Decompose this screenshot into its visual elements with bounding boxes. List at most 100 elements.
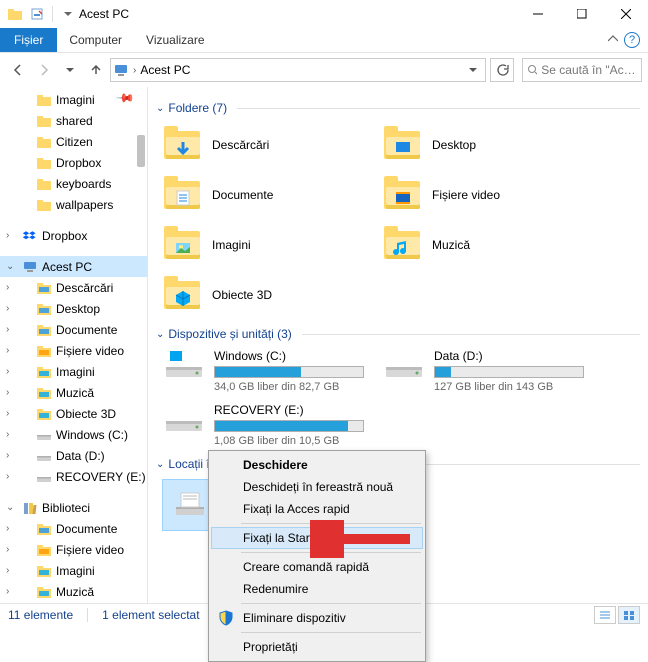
ribbon-expand-icon[interactable] [608, 33, 618, 47]
folder-icon [382, 227, 422, 263]
folder-label: Desktop [432, 138, 476, 152]
sidebar-item[interactable]: ⌄Biblioteci [0, 497, 147, 518]
drive-capacity-bar [434, 366, 584, 378]
chevron-icon: › [6, 303, 9, 314]
search-box[interactable]: Se caută în "Acest ... [522, 58, 642, 82]
folder-app-icon [6, 5, 24, 23]
folder-icon [36, 176, 52, 192]
sidebar-item[interactable]: ›Fișiere video [0, 340, 147, 361]
sidebar-item[interactable]: ›Imagini [0, 560, 147, 581]
tab-view[interactable]: Vizualizare [134, 28, 216, 52]
drv-icon [36, 427, 52, 443]
drive-name: Data (D:) [434, 349, 600, 363]
drive-icon [164, 349, 204, 381]
minimize-button[interactable] [516, 0, 560, 28]
folder-label: Imagini [212, 238, 251, 252]
help-icon[interactable]: ? [624, 32, 640, 48]
sidebar-item-label: Dropbox [42, 229, 87, 243]
close-button[interactable] [604, 0, 648, 28]
chevron-right-icon[interactable]: › [133, 65, 136, 76]
folder-item[interactable]: Fișiere video [382, 171, 602, 219]
sidebar-item[interactable]: ›Fișiere video [0, 539, 147, 560]
nav-back-button[interactable] [6, 58, 30, 82]
sidebar-item[interactable]: ›Dropbox [0, 225, 147, 246]
sidebar-item-label: Obiecte 3D [56, 407, 116, 421]
sidebar-item-label: Imagini [56, 365, 95, 379]
qat-dropdown-icon[interactable] [59, 5, 77, 23]
section-folders-label: Foldere (7) [168, 101, 227, 115]
context-menu-item[interactable]: Deschideți în fereastră nouă [211, 476, 423, 498]
sidebar-item[interactable]: ›Documente [0, 319, 147, 340]
nav-recent-dropdown[interactable] [58, 58, 82, 82]
folder-icon [36, 155, 52, 171]
sidebar-item-label: Muzică [56, 585, 94, 599]
shield-icon [217, 609, 235, 627]
address-bar[interactable]: › Acest PC [110, 58, 486, 82]
dropbox-icon [22, 228, 38, 244]
folder-icon [162, 127, 202, 163]
img-icon [36, 364, 52, 380]
sidebar-item[interactable]: ›Muzică [0, 581, 147, 602]
folder-item[interactable]: Obiecte 3D [162, 271, 382, 319]
pc-icon [113, 62, 129, 78]
annotation-arrow [310, 520, 420, 558]
sidebar-item[interactable]: ›Muzică [0, 382, 147, 403]
sidebar-item[interactable]: ›Descărcări [0, 277, 147, 298]
drv-icon [36, 469, 52, 485]
context-menu-label: Eliminare dispozitiv [243, 611, 346, 625]
folder-icon [382, 177, 422, 213]
tab-computer[interactable]: Computer [57, 28, 134, 52]
view-large-icons-button[interactable] [618, 606, 640, 624]
context-menu-item[interactable]: Fixați la Acces rapid [211, 498, 423, 520]
sidebar-item[interactable]: ⌄Acest PC [0, 256, 147, 277]
tab-file[interactable]: Fișier [0, 28, 57, 52]
sidebar-item-label: wallpapers [56, 198, 113, 212]
sidebar-item[interactable]: ›Obiecte 3D [0, 403, 147, 424]
nav-up-button[interactable] [84, 58, 108, 82]
sidebar-item-label: keyboards [56, 177, 111, 191]
drive-item[interactable]: Data (D:)127 GB liber din 143 GB [382, 347, 602, 395]
folder-icon [162, 227, 202, 263]
drive-item[interactable]: RECOVERY (E:)1,08 GB liber din 10,5 GB [162, 401, 382, 449]
section-folders[interactable]: ⌄ Foldere (7) [156, 97, 640, 119]
folder-item[interactable]: Imagini [162, 221, 382, 269]
folder-item[interactable]: Descărcări [162, 121, 382, 169]
drive-item[interactable]: Windows (C:)34,0 GB liber din 82,7 GB [162, 347, 382, 395]
sidebar-item[interactable]: ›Imagini [0, 361, 147, 382]
nav-forward-button[interactable] [32, 58, 56, 82]
context-menu-item[interactable]: Proprietăți [211, 636, 423, 658]
context-menu-item[interactable]: Deschidere [211, 454, 423, 476]
refresh-button[interactable] [490, 58, 514, 82]
drive-icon [164, 403, 204, 435]
context-menu-item[interactable]: Creare comandă rapidă [211, 556, 423, 578]
context-menu-item[interactable]: Redenumire [211, 578, 423, 600]
scrollbar-thumb[interactable] [137, 135, 145, 167]
folder-item[interactable]: Muzică [382, 221, 602, 269]
network-drive-icon [172, 489, 208, 521]
chevron-icon: › [6, 523, 9, 534]
sidebar-item[interactable]: shared [0, 110, 147, 131]
address-dropdown-icon[interactable] [463, 59, 483, 81]
qat-properties-icon[interactable] [28, 5, 46, 23]
context-menu-label: Fixați la Acces rapid [243, 502, 350, 516]
sidebar-item-label: Fișiere video [56, 344, 124, 358]
sidebar-item[interactable]: wallpapers [0, 194, 147, 215]
context-menu-label: Deschidere [243, 458, 308, 472]
sidebar-item[interactable]: ›Desktop [0, 298, 147, 319]
sidebar-item[interactable]: ›Windows (C:) [0, 424, 147, 445]
sidebar-item[interactable]: ›RECOVERY (E:) [0, 466, 147, 487]
sidebar-item-label: Acest PC [42, 260, 92, 274]
sidebar-item[interactable]: Citizen [0, 131, 147, 152]
sidebar-item[interactable]: ›Data (D:) [0, 445, 147, 466]
sidebar-item[interactable]: ›Documente [0, 518, 147, 539]
folder-item[interactable]: Desktop [382, 121, 602, 169]
view-details-button[interactable] [594, 606, 616, 624]
folder-item[interactable]: Documente [162, 171, 382, 219]
sidebar-item[interactable]: keyboards [0, 173, 147, 194]
sidebar-item-label: Descărcări [56, 281, 113, 295]
maximize-button[interactable] [560, 0, 604, 28]
section-drives[interactable]: ⌄ Dispozitive și unități (3) [156, 323, 640, 345]
search-placeholder: Se caută în "Acest ... [541, 63, 637, 77]
lib-icon [22, 500, 38, 516]
sidebar-item[interactable]: Dropbox [0, 152, 147, 173]
